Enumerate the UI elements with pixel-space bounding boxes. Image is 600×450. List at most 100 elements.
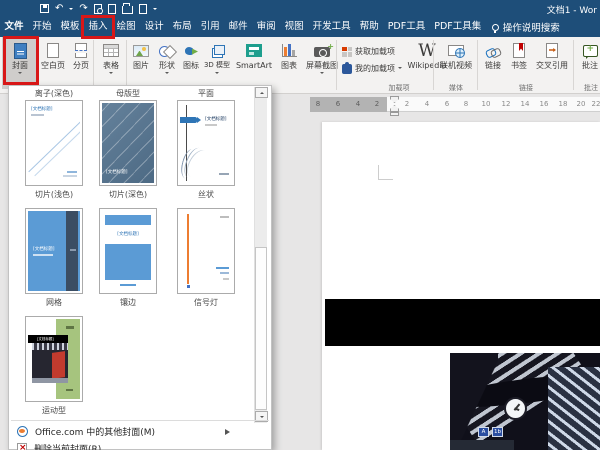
- online-video-label: 联机视频: [440, 61, 472, 70]
- cover-thumb-sport[interactable]: [文档标题]: [25, 316, 83, 402]
- annotation-box-cover-button: [3, 36, 39, 85]
- bookmark-button[interactable]: 书签: [506, 37, 532, 89]
- screenshot-icon: [314, 47, 330, 57]
- redo-icon[interactable]: ↷: [79, 4, 87, 13]
- cover-label[interactable]: 运动型: [25, 405, 83, 416]
- scrollbar-thumb[interactable]: [255, 247, 267, 410]
- cover-thumb-banded[interactable]: [文档标题]: [99, 208, 157, 294]
- cover-label-partial[interactable]: 平面: [177, 88, 235, 99]
- blank-page-button[interactable]: 空白页: [38, 37, 68, 89]
- ruler-tick: 8: [464, 100, 468, 108]
- gallery-scrollbar[interactable]: [254, 87, 267, 423]
- online-video-icon: [448, 45, 464, 56]
- group-separator: [93, 40, 94, 90]
- cross-reference-button[interactable]: 交叉引用: [532, 37, 572, 89]
- get-addins-button[interactable]: 获取加载项: [340, 43, 402, 60]
- tab-home[interactable]: 开始: [28, 17, 56, 37]
- tab-review[interactable]: 审阅: [252, 17, 280, 37]
- cover-label-partial[interactable]: 离子(深色): [25, 88, 83, 99]
- cross-reference-icon: [546, 43, 558, 58]
- 3d-models-button[interactable]: 3D 模型: [202, 37, 232, 89]
- picture-label: 图片: [133, 61, 149, 70]
- dropdown-arrow-icon: [165, 72, 169, 76]
- group-comments: 批注 批注: [576, 37, 600, 93]
- tab-pdf-tools[interactable]: PDF工具: [383, 17, 430, 37]
- scroll-up-icon[interactable]: [255, 87, 268, 98]
- save-icon[interactable]: [40, 4, 49, 13]
- undo-dropdown-icon[interactable]: [69, 8, 73, 12]
- undo-icon[interactable]: ↶: [55, 4, 63, 13]
- cover-thumb-slice-dark[interactable]: [文档标题]: [99, 100, 157, 186]
- cover-thumb-slice-light[interactable]: [文档标题]: [25, 100, 83, 186]
- platform-sign-a: A: [478, 427, 489, 437]
- comment-button[interactable]: 批注: [576, 37, 600, 89]
- delete-cover-icon: [17, 443, 27, 450]
- recent-document-icon[interactable]: [139, 4, 147, 14]
- my-addins-button[interactable]: 我的加载项: [340, 60, 402, 77]
- group-label-comments: 批注: [576, 83, 600, 93]
- tab-design[interactable]: 设计: [140, 17, 168, 37]
- hanging-indent-marker[interactable]: [390, 105, 399, 112]
- cover-label[interactable]: 丝状: [177, 189, 235, 200]
- dark-beam-left: [450, 353, 498, 450]
- icons-button[interactable]: 图标: [180, 37, 202, 89]
- online-video-button[interactable]: 联机视频: [436, 37, 476, 89]
- cover-thumb-filament[interactable]: [文档标题]: [177, 100, 235, 186]
- customize-qat-icon[interactable]: [153, 8, 157, 12]
- group-separator: [477, 40, 478, 90]
- cover-thumb-grid[interactable]: [文档标题]: [25, 208, 83, 294]
- cover-photo-train-station: A 1b: [450, 353, 600, 450]
- tab-insert[interactable]: 插入: [84, 17, 112, 37]
- cover-label[interactable]: 镶边: [99, 297, 157, 308]
- tab-view[interactable]: 视图: [280, 17, 308, 37]
- tell-me-search[interactable]: 操作说明搜索: [492, 20, 560, 34]
- cover-label[interactable]: 网格: [25, 297, 83, 308]
- tab-draw[interactable]: 绘图: [112, 17, 140, 37]
- store-icon: [342, 47, 352, 57]
- tab-developer[interactable]: 开发工具: [308, 17, 355, 37]
- group-separator: [126, 40, 127, 90]
- thumb-title-text: [文档标题]: [37, 337, 54, 342]
- tab-layout[interactable]: 布局: [168, 17, 196, 37]
- tell-me-label: 操作说明搜索: [503, 20, 560, 34]
- page-break-button[interactable]: 分页: [68, 37, 94, 89]
- bookmark-icon: [513, 43, 525, 58]
- comment-icon: [583, 45, 598, 57]
- tab-pdf-toolset[interactable]: PDF工具集: [430, 17, 486, 37]
- new-document-icon[interactable]: [108, 4, 116, 14]
- tab-file[interactable]: 文件: [0, 17, 28, 37]
- table-button[interactable]: 表格: [96, 37, 126, 89]
- first-line-indent-marker[interactable]: [390, 96, 399, 103]
- tab-help[interactable]: 帮助: [355, 17, 383, 37]
- page-break-icon: [75, 43, 87, 58]
- link-button[interactable]: 链接: [480, 37, 506, 89]
- window-title: 文档1 - Wor: [547, 3, 597, 16]
- icons-icon: [184, 45, 198, 57]
- tab-references[interactable]: 引用: [196, 17, 224, 37]
- open-icon[interactable]: [122, 6, 133, 14]
- ruler-tick: 10: [482, 100, 491, 108]
- menu-remove-cover[interactable]: 删除当前封面(R): [9, 440, 259, 450]
- group-links: 链接 书签 交叉引用 链接: [480, 37, 572, 93]
- tab-template[interactable]: 模板: [56, 17, 84, 37]
- picture-button[interactable]: 图片: [128, 37, 154, 89]
- cover-thumb-semaphore[interactable]: [177, 208, 235, 294]
- group-label-media: 媒体: [436, 83, 476, 93]
- smartart-button[interactable]: SmartArt: [232, 37, 276, 89]
- shapes-icon: [159, 44, 175, 58]
- shapes-button[interactable]: 形状: [154, 37, 180, 89]
- cover-label[interactable]: 切片(浅色): [25, 189, 83, 200]
- cover-label[interactable]: 信号灯: [177, 297, 235, 308]
- chart-button[interactable]: 图表: [276, 37, 302, 89]
- tab-mailings[interactable]: 邮件: [224, 17, 252, 37]
- thumb-title-text: [文档标题]: [106, 170, 128, 175]
- cover-label[interactable]: 切片(深色): [99, 189, 157, 200]
- dropdown-arrow-icon: [109, 72, 113, 76]
- print-preview-icon[interactable]: [94, 4, 102, 14]
- ribbon-tab-row: 文件 开始 模板 插入 绘图 设计 布局 引用 邮件 审阅 视图 开发工具 帮助…: [0, 17, 600, 37]
- menu-more-covers[interactable]: Office.com 中的其他封面(M): [9, 423, 259, 440]
- document-page[interactable]: A 1b: [322, 122, 600, 450]
- cover-label-partial[interactable]: 母版型: [99, 88, 157, 99]
- thumb-title-text: [文档标题]: [33, 247, 55, 252]
- my-addins-icon: [342, 64, 352, 74]
